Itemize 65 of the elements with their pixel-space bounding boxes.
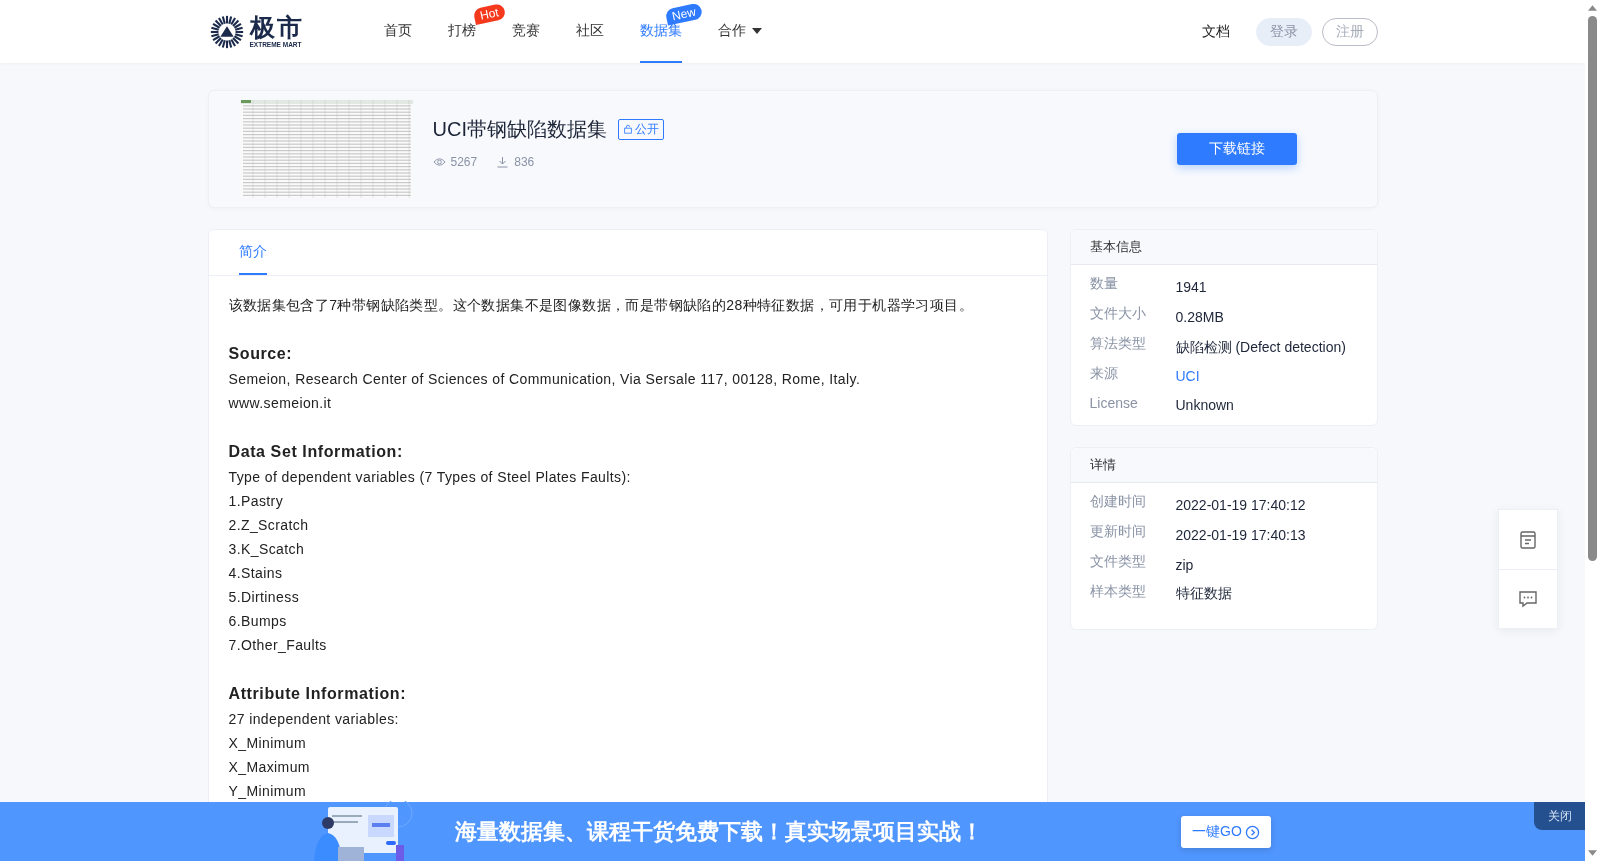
text-line: 1.Pastry: [228, 492, 285, 511]
nav-tab[interactable]: 竞赛: [511, 0, 540, 63]
document-button[interactable]: [1499, 510, 1557, 569]
tab[interactable]: 简介: [238, 230, 267, 275]
arrow-circle-icon: [1244, 824, 1260, 840]
download-button[interactable]: 下载链接: [1176, 133, 1297, 165]
text-line: 5.Dirtiness: [228, 588, 301, 607]
close-button[interactable]: 关闭: [1534, 802, 1585, 830]
field-label: 算法类型: [1089, 334, 1147, 353]
field-label: 数量: [1089, 274, 1119, 293]
panel-title: 详情: [1089, 456, 1116, 474]
field-value: Unknown: [1175, 396, 1234, 413]
chat-icon: [1518, 589, 1538, 609]
caret-icon: [751, 27, 762, 34]
text-line: X_Minimum: [228, 734, 307, 753]
nav-tab[interactable]: 合作: [717, 0, 762, 63]
view-count: 5267: [450, 154, 478, 169]
field-label: 文件大小: [1089, 304, 1147, 323]
visibility-tag: 公开: [617, 118, 664, 140]
field-value: 0.28MB: [1175, 308, 1224, 325]
lock-icon: [622, 124, 633, 134]
nav-badge: Hot: [472, 3, 506, 25]
section-heading: Data Set Information:: [228, 442, 404, 462]
text-line: 7.Other_Faults: [228, 636, 328, 655]
go-button[interactable]: 一键GO: [1181, 816, 1271, 848]
panel-title: 基本信息: [1089, 238, 1142, 256]
field-label: License: [1089, 394, 1139, 411]
source-link[interactable]: UCI: [1175, 363, 1200, 384]
text-line: Semeion, Research Center of Sciences of Communication, Via Sersale 117, 00128, Rome, Italy.: [228, 370, 862, 389]
field-value: 2022-01-19 17:40:12: [1175, 496, 1306, 513]
text-line: 6.Bumps: [228, 612, 288, 631]
field-value: 1941: [1175, 278, 1207, 295]
download-icon: [496, 155, 510, 168]
text-line: Y_Minimum: [228, 782, 307, 801]
text-line: 3.K_Scatch: [228, 540, 306, 559]
field-value: 特征数据: [1175, 584, 1232, 603]
nav-tab[interactable]: 首页: [383, 0, 412, 63]
intro-paragraph: 该数据集包含了7种带钢缺陷类型。这个数据集不是图像数据，而是带钢缺陷的28种特征数据，可用于机器学习项目。: [228, 296, 975, 315]
download-count: 836: [514, 154, 535, 169]
field-label: 创建时间: [1089, 492, 1147, 511]
scroll-up-icon[interactable]: [1588, 5, 1597, 11]
promo-headline: 海量数据集、课程干货免费下载！真实场景项目实战！: [455, 818, 983, 846]
field-value: 缺陷检测 (Defect detection): [1175, 338, 1346, 357]
text-line: X_Maximum: [228, 758, 311, 777]
field-label: 来源: [1089, 364, 1119, 383]
section-heading: Attribute Information:: [228, 684, 408, 704]
field-label: 更新时间: [1089, 522, 1147, 541]
section-heading: Source:: [228, 344, 294, 364]
field-label: 文件类型: [1089, 552, 1147, 571]
text-line: 4.Stains: [228, 564, 284, 583]
text-line: 2.Z_Scratch: [228, 516, 310, 535]
document-icon: [1518, 529, 1538, 550]
text-line: 27 independent variables:: [228, 710, 400, 729]
text-line: www.semeion.it: [228, 394, 333, 413]
scroll-down-icon[interactable]: [1588, 850, 1597, 856]
dataset-title: UCI带钢缺陷数据集: [432, 116, 607, 142]
text-line: Type of dependent variables (7 Types of Steel Plates Faults):: [228, 468, 632, 487]
nav-tab[interactable]: 社区: [575, 0, 604, 63]
eye-icon: [432, 156, 446, 167]
field-value: 2022-01-19 17:40:13: [1175, 526, 1306, 543]
field-label: 样本类型: [1089, 582, 1147, 601]
docs-link[interactable]: 文档: [1201, 22, 1230, 41]
field-value: zip: [1175, 556, 1194, 573]
feedback-button[interactable]: [1499, 569, 1557, 628]
logo-name: 极市: [249, 14, 304, 40]
